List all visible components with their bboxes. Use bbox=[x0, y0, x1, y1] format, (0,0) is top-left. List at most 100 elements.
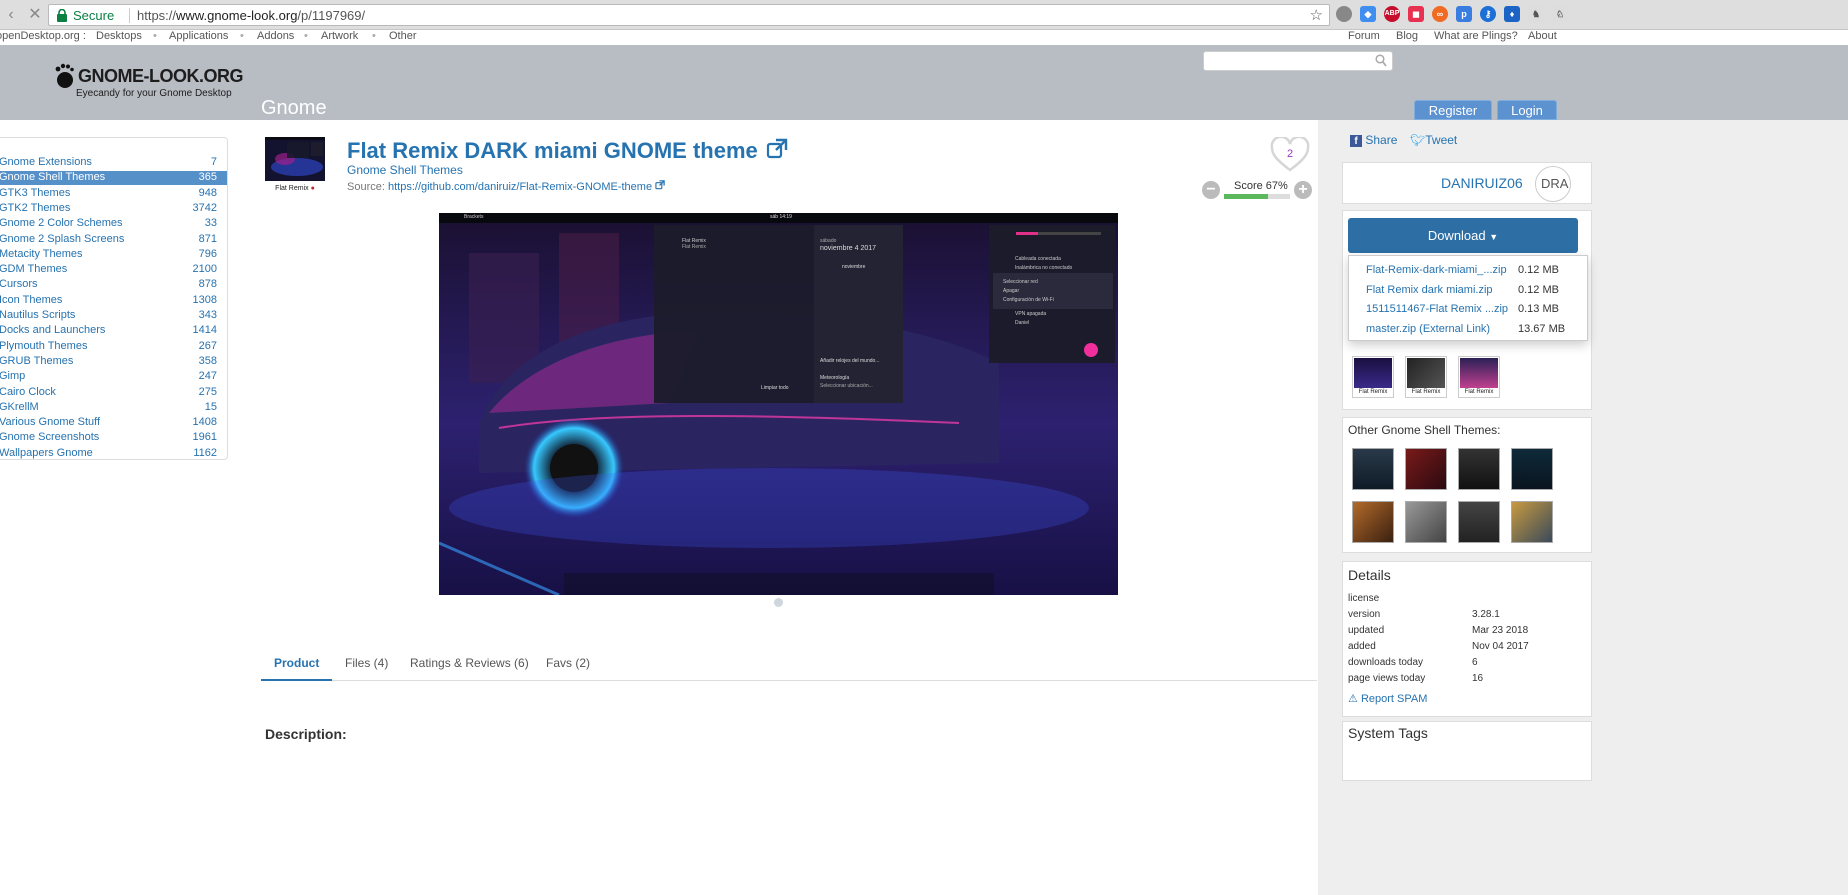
category-item[interactable]: Gnome 2 Splash Screens 871 bbox=[0, 233, 227, 247]
external-link-icon[interactable] bbox=[766, 138, 788, 160]
vote-down-button[interactable]: − bbox=[1202, 181, 1220, 199]
share-facebook[interactable]: f Share bbox=[1350, 133, 1397, 147]
nav-forum[interactable]: Forum bbox=[1348, 30, 1380, 42]
nav-desktops[interactable]: Desktops bbox=[96, 30, 142, 42]
other-theme-thumb[interactable] bbox=[1405, 448, 1447, 490]
gallery-thumb-3[interactable]: Flat Remix bbox=[1458, 356, 1500, 398]
extension-key-icon[interactable]: ⚷ bbox=[1480, 6, 1496, 22]
category-item[interactable]: Wallpapers Gnome 1162 bbox=[0, 447, 227, 461]
other-theme-thumb[interactable] bbox=[1458, 501, 1500, 543]
category-count: 267 bbox=[198, 339, 217, 352]
shot-menu-user: Daniel bbox=[1015, 320, 1030, 326]
category-item[interactable]: Gnome Extensions 7 bbox=[0, 156, 227, 170]
author-name[interactable]: DANIRUIZ06 bbox=[1441, 175, 1523, 191]
bookmark-star-icon[interactable]: ☆ bbox=[1310, 6, 1323, 24]
product-thumbnail-image bbox=[265, 137, 325, 181]
category-name: Gnome 2 Splash Screens bbox=[0, 232, 125, 245]
back-icon[interactable]: ‹ bbox=[2, 6, 20, 24]
extension-diamond-icon[interactable]: ♦ bbox=[1504, 6, 1520, 22]
carousel-dot[interactable] bbox=[774, 598, 783, 607]
product-title[interactable]: Flat Remix DARK miami GNOME theme bbox=[347, 138, 788, 164]
avatar[interactable]: DRA bbox=[1535, 166, 1571, 202]
abp-icon[interactable]: ABP bbox=[1384, 6, 1400, 22]
browser-toolbar: ‹ ✕ Secure https://www.gnome-look.org/p/… bbox=[0, 0, 1848, 30]
nav-plings[interactable]: What are Plings? bbox=[1434, 30, 1518, 42]
extension-p-icon[interactable]: p bbox=[1456, 6, 1472, 22]
gallery-thumb-1[interactable]: Flat Remix bbox=[1352, 356, 1394, 398]
vote-up-button[interactable]: + bbox=[1294, 181, 1312, 199]
category-item[interactable]: Various Gnome Stuff 1408 bbox=[0, 416, 227, 430]
category-item[interactable]: Metacity Themes 796 bbox=[0, 248, 227, 262]
extension-bunny2-icon[interactable]: ♘ bbox=[1552, 6, 1568, 22]
nav-blog[interactable]: Blog bbox=[1396, 30, 1418, 42]
download-file-item[interactable]: Flat-Remix-dark-miami_...zip 0.12 MB bbox=[1366, 264, 1586, 276]
score-bar bbox=[1224, 194, 1290, 199]
category-name: GRUB Themes bbox=[0, 354, 74, 367]
section-title[interactable]: Gnome bbox=[261, 97, 327, 120]
tab-ratings[interactable]: Ratings & Reviews (6) bbox=[397, 648, 542, 681]
register-button[interactable]: Register bbox=[1414, 100, 1492, 120]
other-theme-thumb[interactable] bbox=[1511, 448, 1553, 490]
tab-files[interactable]: Files (4) bbox=[332, 648, 401, 681]
score-fill bbox=[1224, 194, 1269, 199]
url-text[interactable]: https://www.gnome-look.org/p/1197969/ bbox=[137, 8, 365, 23]
download-file-item[interactable]: 1511511467-Flat Remix ...zip 0.13 MB bbox=[1366, 303, 1586, 315]
category-item[interactable]: Gnome Shell Themes 365 bbox=[0, 171, 227, 186]
external-link-small-icon[interactable] bbox=[655, 180, 665, 190]
address-bar[interactable]: Secure https://www.gnome-look.org/p/1197… bbox=[48, 4, 1330, 26]
details-value: 3.28.1 bbox=[1472, 609, 1500, 620]
nav-applications[interactable]: Applications bbox=[169, 30, 228, 42]
infinity-icon[interactable]: ∞ bbox=[1432, 6, 1448, 22]
site-search-input[interactable] bbox=[1203, 51, 1393, 71]
download-file-item[interactable]: Flat Remix dark miami.zip 0.12 MB bbox=[1366, 284, 1586, 296]
nav-other[interactable]: Other bbox=[389, 30, 417, 42]
category-item[interactable]: GDM Themes 2100 bbox=[0, 263, 227, 277]
share-twitter[interactable]: 🐦︎Tweet bbox=[1410, 133, 1457, 147]
extension-gray-icon[interactable] bbox=[1336, 6, 1352, 22]
download-button[interactable]: Download ▼ bbox=[1348, 218, 1578, 253]
nav-artwork[interactable]: Artwork bbox=[321, 30, 358, 42]
product-category-link[interactable]: Gnome Shell Themes bbox=[347, 163, 463, 177]
tab-product[interactable]: Product bbox=[261, 648, 333, 681]
extension-bunny-icon[interactable]: ♞ bbox=[1528, 6, 1544, 22]
category-item[interactable]: Gimp 247 bbox=[0, 370, 227, 384]
download-file-item[interactable]: master.zip (External Link) 13.67 MB bbox=[1366, 323, 1586, 335]
category-item[interactable]: GTK3 Themes 948 bbox=[0, 187, 227, 201]
tab-favs[interactable]: Favs (2) bbox=[533, 648, 603, 681]
product-screenshot[interactable]: Brackets sáb 14:19 Flat Remix Flat Remix… bbox=[439, 213, 1118, 595]
category-item[interactable]: GRUB Themes 358 bbox=[0, 355, 227, 369]
details-label: added bbox=[1348, 641, 1376, 652]
category-item[interactable]: Docks and Launchers 1414 bbox=[0, 324, 227, 338]
category-count: 1162 bbox=[193, 446, 217, 459]
extension-red-icon[interactable]: ◼ bbox=[1408, 6, 1424, 22]
category-item[interactable]: Icon Themes 1308 bbox=[0, 294, 227, 308]
report-spam-link[interactable]: ⚠ Report SPAM bbox=[1348, 692, 1427, 705]
details-label: version bbox=[1348, 609, 1381, 620]
category-item[interactable]: Gnome Screenshots 1961 bbox=[0, 431, 227, 445]
opendesktop-brand[interactable]: openDesktop.org : bbox=[0, 30, 86, 42]
category-item[interactable]: GTK2 Themes 3742 bbox=[0, 202, 227, 216]
category-item[interactable]: Cairo Clock 275 bbox=[0, 386, 227, 400]
category-item[interactable]: GKrellM 15 bbox=[0, 401, 227, 415]
category-item[interactable]: Gnome 2 Color Schemes 33 bbox=[0, 217, 227, 231]
login-button[interactable]: Login bbox=[1497, 100, 1557, 120]
details-row-version: version 3.28.1 bbox=[1348, 609, 1588, 620]
source-url-link[interactable]: https://github.com/daniruiz/Flat-Remix-G… bbox=[388, 181, 652, 193]
category-item[interactable]: Nautilus Scripts 343 bbox=[0, 309, 227, 323]
other-theme-thumb[interactable] bbox=[1511, 501, 1553, 543]
product-thumbnail[interactable] bbox=[265, 137, 325, 181]
warning-icon: ⚠ bbox=[1348, 693, 1358, 705]
search-icon[interactable] bbox=[1375, 54, 1387, 68]
nav-addons[interactable]: Addons bbox=[257, 30, 294, 42]
nav-about[interactable]: About bbox=[1528, 30, 1557, 42]
extension-blue-icon[interactable]: ◆ bbox=[1360, 6, 1376, 22]
other-theme-thumb[interactable] bbox=[1352, 501, 1394, 543]
category-item[interactable]: Cursors 878 bbox=[0, 278, 227, 292]
other-theme-thumb[interactable] bbox=[1458, 448, 1500, 490]
category-name: Gnome Screenshots bbox=[0, 431, 100, 444]
category-item[interactable]: Plymouth Themes 267 bbox=[0, 340, 227, 354]
stop-icon[interactable]: ✕ bbox=[26, 6, 44, 24]
other-theme-thumb[interactable] bbox=[1352, 448, 1394, 490]
other-theme-thumb[interactable] bbox=[1405, 501, 1447, 543]
gallery-thumb-2[interactable]: Flat Remix bbox=[1405, 356, 1447, 398]
